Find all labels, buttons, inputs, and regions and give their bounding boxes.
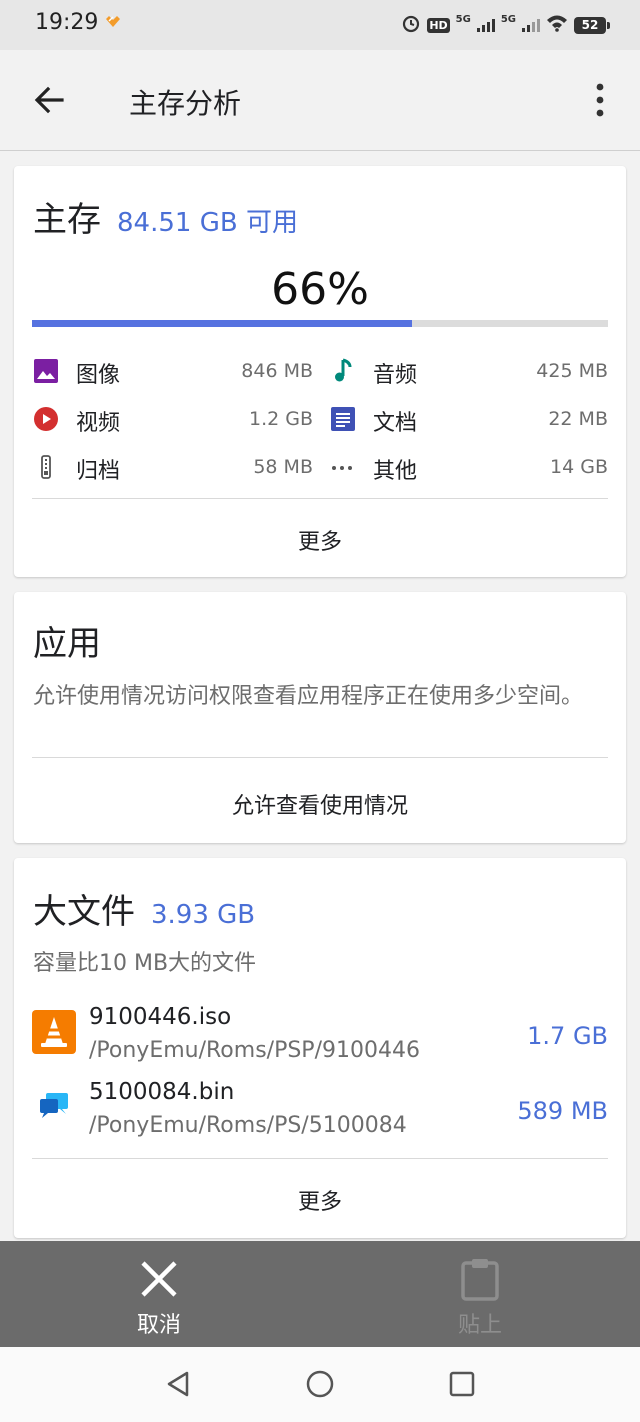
music-note-icon — [330, 358, 356, 384]
network-type-2: 5G — [500, 13, 516, 25]
storage-progress-bar — [32, 320, 608, 327]
chat-bubbles-icon — [32, 1085, 76, 1129]
category-size: 846 MB — [241, 360, 313, 382]
storage-available: 84.51 GB 可用 — [117, 208, 298, 238]
large-files-card: 大文件 3.93 GB 容量比10 MB大的文件 9100446.iso /Po… — [14, 858, 626, 1238]
storage-header: 主存 84.51 GB 可用 — [33, 192, 298, 241]
storage-progress-fill — [32, 320, 413, 327]
category-label: 音频 — [373, 363, 418, 388]
storage-title: 主存 — [33, 200, 101, 240]
category-other[interactable]: 其他 14 GB — [330, 448, 608, 488]
document-icon — [330, 406, 356, 432]
category-audio[interactable]: 音频 425 MB — [330, 352, 608, 392]
storage-more-button[interactable]: 更多 — [14, 524, 626, 556]
more-horiz-icon — [330, 454, 356, 480]
apps-title: 应用 — [33, 624, 101, 664]
category-size: 58 MB — [253, 456, 313, 478]
category-size: 22 MB — [548, 408, 608, 430]
wifi-icon — [546, 14, 568, 36]
battery-indicator: 52 — [574, 16, 610, 34]
large-files-subtitle: 容量比10 MB大的文件 — [33, 951, 257, 976]
network-type-1: 5G — [455, 13, 471, 25]
cancel-label: 取消 — [136, 1313, 181, 1338]
image-icon — [33, 358, 59, 384]
category-archives[interactable]: 归档 58 MB — [33, 448, 313, 488]
bottom-action-bar: 取消 贴上 — [0, 1241, 640, 1347]
file-size: 1.7 GB — [527, 1022, 608, 1050]
system-nav-bar — [0, 1347, 640, 1422]
vlc-cone-icon — [32, 1010, 76, 1054]
storage-card: 主存 84.51 GB 可用 66% 图像 846 MB 视频 1.2 GB 归… — [14, 166, 626, 577]
page-title: 主存分析 — [129, 87, 242, 120]
nav-recents-icon[interactable] — [447, 1369, 477, 1399]
close-icon — [139, 1257, 179, 1301]
allow-usage-button[interactable]: 允许查看使用情况 — [14, 788, 626, 820]
category-documents[interactable]: 文档 22 MB — [330, 400, 608, 440]
divider — [32, 1158, 608, 1159]
file-size: 589 MB — [517, 1097, 608, 1125]
signal-2-icon — [522, 18, 540, 32]
paste-label: 贴上 — [457, 1313, 502, 1338]
category-size: 1.2 GB — [248, 408, 313, 430]
arrow-left-icon[interactable] — [32, 82, 68, 118]
status-bar: 19:29 HD 5G 5G 52 — [0, 0, 640, 50]
app-bar: 主存分析 — [0, 50, 640, 151]
status-icons: HD 5G 5G 52 — [401, 12, 610, 38]
category-label: 视频 — [76, 411, 121, 436]
large-files-title: 大文件 — [33, 892, 135, 932]
category-videos[interactable]: 视频 1.2 GB — [33, 400, 313, 440]
signal-1-icon — [476, 18, 495, 32]
category-label: 归档 — [76, 459, 121, 484]
apps-description: 允许使用情况访问权限查看应用程序正在使用多少空间。 — [33, 684, 584, 709]
nav-back-icon[interactable] — [163, 1369, 193, 1399]
notification-heart-icon — [104, 14, 122, 34]
large-files-more-button[interactable]: 更多 — [14, 1184, 626, 1216]
category-size: 425 MB — [536, 360, 608, 382]
archive-zip-icon — [33, 454, 59, 480]
clipboard-icon — [460, 1257, 500, 1301]
alarm-icon — [401, 13, 421, 37]
nav-home-icon[interactable] — [305, 1369, 335, 1399]
file-name: 9100446.iso — [89, 1004, 232, 1030]
category-size: 14 GB — [550, 456, 608, 478]
file-path: /PonyEmu/Roms/PSP/9100446 — [89, 1038, 420, 1063]
file-name: 5100084.bin — [89, 1079, 235, 1105]
status-time: 19:29 — [35, 10, 99, 35]
large-files-header: 大文件 3.93 GB — [33, 884, 255, 933]
file-path: /PonyEmu/Roms/PS/5100084 — [89, 1113, 407, 1138]
category-label: 文档 — [373, 411, 418, 436]
category-label: 图像 — [76, 363, 121, 388]
category-images[interactable]: 图像 846 MB — [33, 352, 313, 392]
paste-button[interactable]: 贴上 — [410, 1241, 550, 1347]
hd-indicator: HD — [427, 17, 450, 33]
category-label: 其他 — [373, 459, 418, 484]
apps-header: 应用 — [33, 616, 101, 665]
play-circle-icon — [33, 406, 59, 432]
divider — [32, 498, 608, 499]
cancel-button[interactable]: 取消 — [89, 1241, 229, 1347]
divider — [32, 757, 608, 758]
file-row[interactable]: 9100446.iso /PonyEmu/Roms/PSP/9100446 1.… — [32, 1004, 608, 1072]
more-vert-icon[interactable] — [588, 80, 612, 120]
large-files-total: 3.93 GB — [151, 900, 256, 930]
storage-percent: 66% — [271, 264, 369, 315]
apps-card: 应用 允许使用情况访问权限查看应用程序正在使用多少空间。 允许查看使用情况 — [14, 592, 626, 843]
file-row[interactable]: 5100084.bin /PonyEmu/Roms/PS/5100084 589… — [32, 1079, 608, 1147]
